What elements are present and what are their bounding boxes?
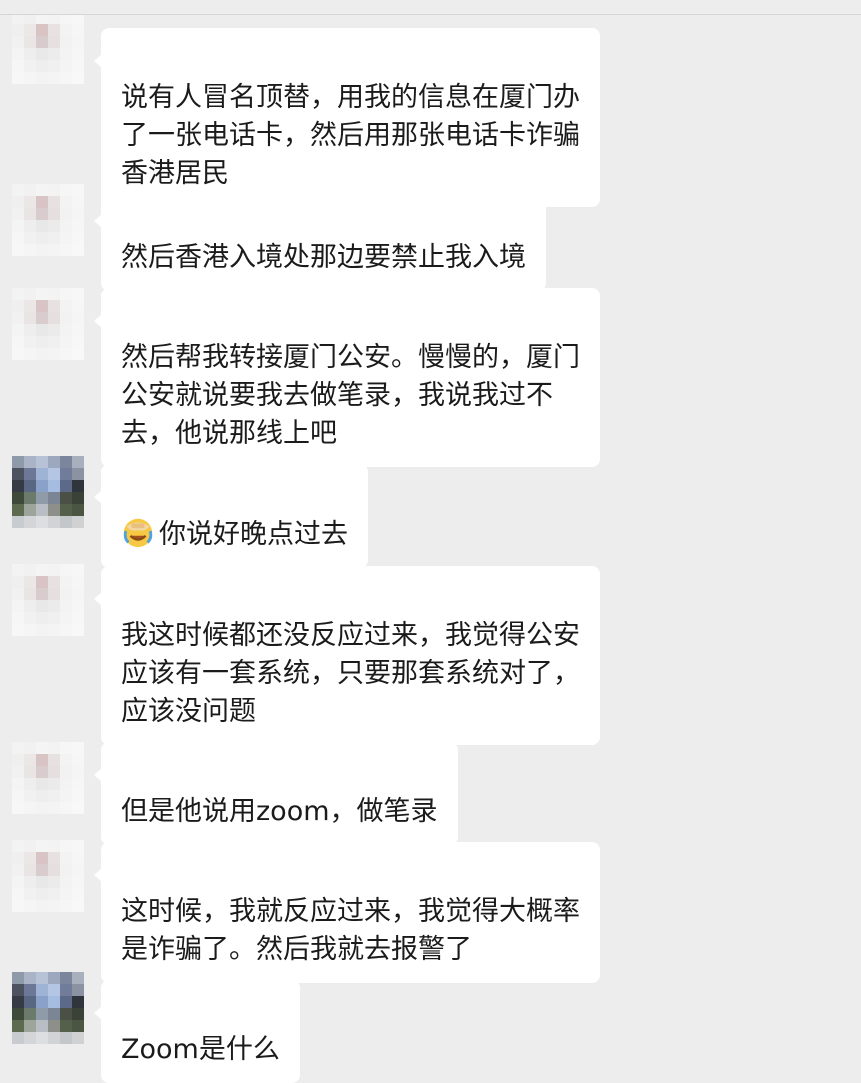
message-bubble[interactable]: 然后香港入境处那边要禁止我入境	[94, 188, 546, 291]
message-text: Zoom是什么	[121, 1034, 280, 1065]
avatar[interactable]	[12, 456, 84, 528]
message-text: 然后香港入境处那边要禁止我入境	[121, 242, 526, 273]
message-bubble[interactable]: 然后帮我转接厦门公安。慢慢的，厦门 公安就说要我去做笔录，我说我过不 去，他说那…	[94, 288, 600, 467]
message-text: 说有人冒名顶替，用我的信息在厦门办 了一张电话卡，然后用那张电话卡诈骗 香港居民	[121, 82, 580, 189]
message-text: 这时候，我就反应过来，我觉得大概率 是诈骗了。然后我就去报警了	[121, 896, 580, 965]
message-text: 我这时候都还没反应过来，我觉得公安 应该有一套系统，只要那套系统对了， 应该没问…	[121, 620, 580, 727]
message-text: 你说好晚点过去	[159, 519, 348, 550]
top-divider	[0, 0, 861, 15]
message-text: 然后帮我转接厦门公安。慢慢的，厦门 公安就说要我去做笔录，我说我过不 去，他说那…	[121, 342, 580, 449]
avatar[interactable]	[12, 564, 84, 636]
message-bubble[interactable]: Zoom是什么	[94, 980, 300, 1083]
avatar[interactable]	[12, 184, 84, 256]
message-bubble[interactable]: 说有人冒名顶替，用我的信息在厦门办 了一张电话卡，然后用那张电话卡诈骗 香港居民	[94, 28, 600, 207]
avatar[interactable]	[12, 972, 84, 1044]
avatar[interactable]	[12, 840, 84, 912]
chat-message-list[interactable]: 说有人冒名顶替，用我的信息在厦门办 了一张电话卡，然后用那张电话卡诈骗 香港居民…	[0, 0, 861, 1083]
message-text: 但是他说用zoom，做笔录	[121, 796, 438, 827]
message-bubble[interactable]: 这时候，我就反应过来，我觉得大概率 是诈骗了。然后我就去报警了	[94, 842, 600, 983]
avatar[interactable]	[12, 12, 84, 84]
message-bubble[interactable]: 我这时候都还没反应过来，我觉得公安 应该有一套系统，只要那套系统对了， 应该没问…	[94, 566, 600, 745]
avatar[interactable]	[12, 742, 84, 814]
avatar[interactable]	[12, 288, 84, 360]
message-bubble[interactable]: 你说好晚点过去	[94, 464, 368, 568]
facepalm-emoji-icon	[123, 518, 153, 548]
message-bubble[interactable]: 但是他说用zoom，做笔录	[94, 742, 458, 845]
